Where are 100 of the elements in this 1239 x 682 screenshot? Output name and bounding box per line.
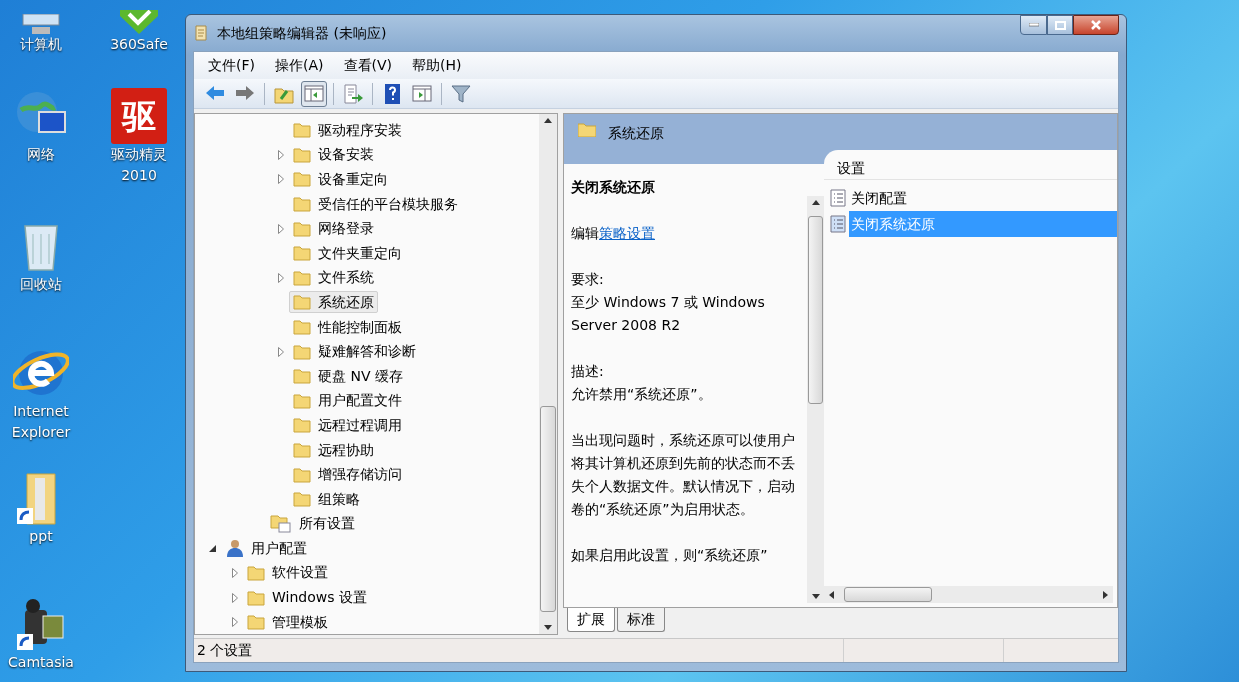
document-arrow-icon (342, 82, 364, 105)
setting-row[interactable]: 关闭配置 (849, 185, 1117, 211)
folder-icon (293, 343, 311, 360)
scroll-left-icon (829, 590, 834, 599)
minimize-button[interactable] (1020, 15, 1047, 35)
toolbar-button[interactable] (301, 80, 327, 107)
column-header[interactable]: 设置 (824, 150, 1117, 180)
tree-item[interactable]: 文件夹重定向 (289, 242, 406, 265)
minimize-icon (1028, 23, 1039, 27)
tree-item[interactable]: 软件设置 (243, 562, 332, 584)
setting-title: 关闭系统还原 (571, 178, 656, 197)
folder-icon (293, 368, 311, 385)
scrollbar-thumb[interactable] (808, 216, 823, 404)
panel-icon (411, 82, 433, 105)
window-title: 本地组策略编辑器 (未响应) (217, 23, 387, 43)
tree-item[interactable]: 性能控制面板 (289, 316, 406, 339)
shortcut-label: Camtasia (8, 653, 74, 672)
shortcut-label: 网络 (27, 145, 55, 164)
folder-icon (293, 171, 311, 188)
tree-item[interactable]: 远程协助 (289, 439, 378, 461)
shortcut-label: 360Safe (110, 35, 168, 54)
folder-icon (247, 589, 265, 606)
shortcut-label: ppt (29, 527, 53, 546)
menu-item[interactable]: 文件(F) (198, 53, 265, 78)
description-label: 描述: (571, 362, 605, 381)
tree-item[interactable]: 所有设置 (266, 512, 359, 535)
close-icon (1090, 20, 1102, 30)
folder-icon (293, 245, 311, 262)
menu-item[interactable]: 查看(V) (333, 53, 402, 78)
tree-item[interactable]: 设备安装 (289, 143, 378, 166)
tree-item[interactable]: 系统还原 (289, 291, 378, 314)
scroll-up-icon (544, 118, 552, 123)
panel-icon (303, 82, 325, 105)
desktop-shortcut[interactable]: 网络 (0, 88, 82, 165)
tree-item[interactable]: 驱动程序安装 (289, 119, 406, 142)
tree-item[interactable]: 用户配置 (220, 537, 311, 560)
maximize-icon (1054, 20, 1066, 30)
requirements-label: 要求: (571, 270, 605, 289)
scroll-up-icon (811, 200, 820, 205)
folder-icon (293, 294, 311, 311)
scroll-right-icon (1103, 590, 1108, 599)
tree-item[interactable]: 远程过程调用 (289, 414, 406, 437)
description-text: 当出现问题时，系统还原可以使用户将其计算机还原到先前的状态而不丢失个人数据文件。默认情况下，启动卷的“系统还原”为启用状态。 (571, 431, 796, 519)
desktop-shortcut[interactable]: 驱 驱动精灵 2010 (98, 88, 180, 186)
view-tab[interactable]: 标准 (617, 608, 665, 632)
user-icon (224, 539, 244, 558)
folder-icon (293, 220, 311, 237)
check-shield-icon (120, 10, 158, 34)
folder-icon (293, 442, 311, 458)
scrollbar-thumb[interactable] (844, 587, 932, 602)
shortcut-label: Internet Explorer (11, 402, 71, 442)
folder-icon (293, 122, 311, 139)
tree-item[interactable]: 疑难解答和诊断 (289, 340, 420, 363)
scroll-icon (193, 24, 209, 42)
policy-settings-link[interactable]: 策略设置 (599, 225, 655, 241)
folder-icon (293, 146, 311, 163)
tree-item[interactable]: 文件系统 (289, 266, 378, 289)
tree-item[interactable]: Windows 设置 (243, 586, 371, 609)
folder-icon (293, 319, 311, 336)
maximize-button[interactable] (1047, 15, 1073, 35)
view-tab[interactable]: 扩展 (567, 608, 615, 632)
description-text: 允许禁用“系统还原”。 (571, 385, 713, 404)
tree-item[interactable]: 硬盘 NV 缓存 (289, 365, 407, 388)
folder-icon (247, 614, 265, 631)
scrollbar-thumb[interactable] (540, 406, 556, 612)
tree-item[interactable]: 增强存储访问 (289, 463, 406, 486)
policy-icon (830, 215, 846, 233)
tree-item[interactable]: 设备重定向 (289, 168, 392, 191)
settings-folder-icon (270, 514, 292, 533)
tree-item[interactable]: 管理模板 (243, 611, 332, 634)
status-text: 2 个设置 (194, 639, 844, 662)
folder-icon (578, 123, 596, 137)
tree-item[interactable]: 网络登录 (289, 217, 378, 240)
folder-icon (293, 392, 311, 409)
app-tile-icon: 驱 (111, 88, 167, 144)
computer-icon (22, 14, 60, 34)
desktop-shortcut[interactable]: 360Safe (98, 0, 180, 55)
edit-label: 编辑 (571, 225, 599, 241)
scroll-down-icon (544, 625, 552, 630)
shortcut-label: 驱动精灵 2010 (111, 145, 167, 185)
tree-item[interactable]: 用户配置文件 (289, 389, 406, 412)
close-button[interactable] (1073, 15, 1119, 35)
description-text: 如果启用此设置，则“系统还原” (571, 546, 769, 565)
shortcut-label: 计算机 (20, 35, 62, 54)
folder-icon (293, 269, 311, 286)
folder-title: 系统还原 (608, 124, 664, 143)
tree-item[interactable]: 受信任的平台模块服务 (289, 193, 462, 216)
folder-icon (293, 466, 311, 483)
folder-icon (293, 196, 311, 213)
tree-item[interactable]: 组策略 (289, 488, 364, 511)
filter-icon (450, 82, 472, 105)
menu-item[interactable]: 操作(A) (265, 53, 334, 78)
desktop-shortcut[interactable]: 计算机 (0, 0, 82, 55)
desktop-shortcut[interactable]: 回收站 (0, 218, 82, 295)
menu-item[interactable]: 帮助(H) (402, 53, 472, 78)
policy-icon (830, 189, 846, 207)
vertical-scrollbar[interactable] (539, 114, 557, 634)
scroll-down-icon (811, 594, 820, 599)
vertical-scrollbar[interactable] (807, 196, 824, 603)
horizontal-scrollbar[interactable] (824, 586, 1113, 603)
